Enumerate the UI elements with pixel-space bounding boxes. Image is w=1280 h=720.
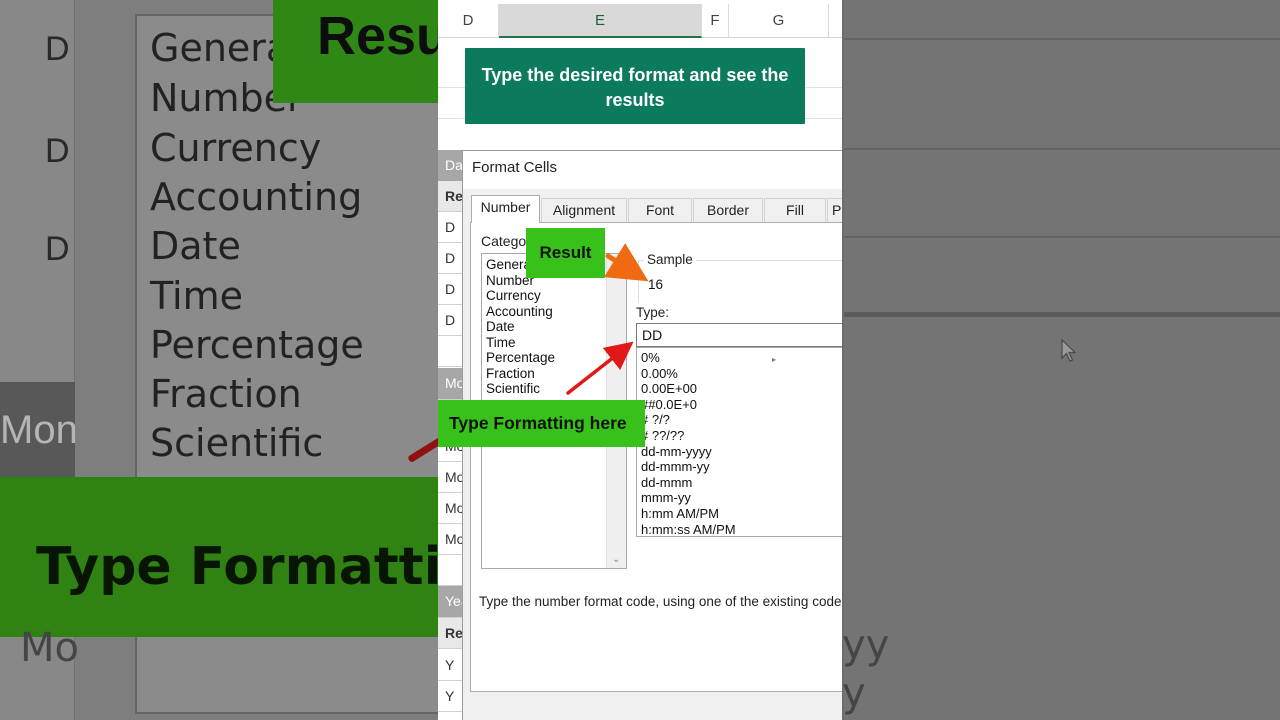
background-gridline [842,236,1280,238]
background-text: yy [842,622,890,668]
category-item-time[interactable]: Time [486,335,516,350]
column-header-d[interactable]: D [438,4,499,38]
instruction-banner: Type the desired format and see the resu… [465,48,805,124]
background-category-item: Date [150,224,241,268]
video-frame: D D D General Number Currency Accounting… [0,0,1280,720]
format-item[interactable]: 0.00% [641,366,678,381]
format-item[interactable]: dd-mmm-yy [641,459,710,474]
format-item[interactable]: dd-mmm [641,475,692,490]
column-header-g[interactable]: G [729,4,829,38]
tab-alignment[interactable]: Alignment [541,198,627,222]
background-category-item: Fraction [150,372,302,416]
background-left-zoom: D D D General Number Currency Accounting… [0,0,438,720]
background-gridline [842,0,844,720]
format-item[interactable]: 0.00E+00 [641,381,697,396]
tab-fill[interactable]: Fill [764,198,826,222]
dialog-footer [463,692,842,720]
type-formatting-callout: Type Formatting here [438,400,645,447]
background-gridline [842,148,1280,150]
scroll-down-icon[interactable]: ⌄ [612,554,620,565]
background-gridline [842,38,1280,40]
category-item-percentage[interactable]: Percentage [486,350,555,365]
gridline [438,87,465,88]
format-code-listbox[interactable]: 0% 0.00% 0.00E+00 ##0.0E+0 # ?/? # ??/??… [636,347,842,537]
background-text: y [842,670,866,716]
category-item-date[interactable]: Date [486,319,515,334]
gridline [805,118,842,119]
format-item[interactable]: mmm-yy [641,490,691,505]
tab-border[interactable]: Border [693,198,763,222]
format-item[interactable]: dd-mm-yyyy [641,444,712,459]
excel-window: D E F G Type the desired format and see … [438,0,842,720]
background-result-banner: Resu [273,0,438,103]
format-item[interactable]: 0% [641,350,660,365]
dialog-tabs: Number Alignment Font Border Fill Pro [471,195,842,223]
column-header-e[interactable]: E [499,4,702,38]
dialog-title: Format Cells [472,159,558,176]
category-item-accounting[interactable]: Accounting [486,304,553,319]
mouse-cursor-icon [1061,338,1077,362]
background-month-cell: Mon [0,382,75,477]
gridline [438,118,465,119]
background-category-item: Time [150,274,243,318]
format-item[interactable]: h:mm AM/PM [641,506,719,521]
background-type-banner: Type Formattin [0,477,438,637]
tab-protection[interactable]: Pro [827,198,842,222]
category-item-scientific[interactable]: Scientific [486,381,540,396]
background-category-item: Accounting [150,175,363,219]
background-cell: D [45,230,70,268]
column-header-row: D E F G [438,4,842,38]
format-description: Type the number format code, using one o… [479,594,842,609]
mouse-pointer-icon: ▸ [772,355,777,364]
background-category-item: Scientific [150,421,324,465]
sample-label: Sample [644,252,696,267]
format-item[interactable]: h:mm:ss AM/PM [641,522,736,536]
format-item[interactable]: ##0.0E+0 [641,397,697,412]
background-type-text: Type Formattin [36,537,438,597]
background-bottom-text: Mo [20,625,79,671]
background-cell: D [45,132,70,170]
background-gridline [842,312,1280,317]
background-cell: D [45,30,70,68]
number-tab-panel: Category: General Number Currency Accoun… [470,222,842,692]
background-category-item: Currency [150,126,322,170]
result-callout: Result [526,228,605,278]
format-item[interactable]: # ??/?? [641,428,684,443]
tab-font[interactable]: Font [628,198,692,222]
type-format-input[interactable] [636,323,842,347]
category-item-currency[interactable]: Currency [486,288,541,303]
background-category-item: Percentage [150,323,364,367]
sample-value: 16 [648,277,664,292]
format-item[interactable]: # ?/? [641,412,670,427]
type-label: Type: [636,305,670,320]
column-header-f[interactable]: F [702,4,729,38]
category-item-fraction[interactable]: Fraction [486,366,535,381]
gridline [805,87,842,88]
tab-number[interactable]: Number [471,195,540,223]
